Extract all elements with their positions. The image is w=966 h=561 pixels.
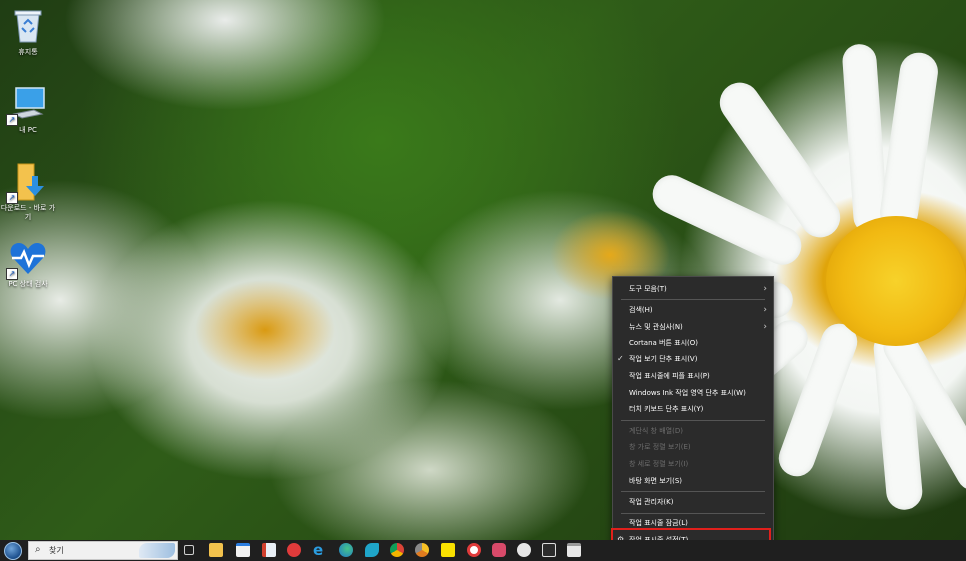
download-folder-icon: ↗ bbox=[6, 162, 48, 204]
menu-item-show-stacked: 창 가로 정렬 보기(E) bbox=[613, 439, 773, 455]
menu-separator bbox=[621, 513, 765, 514]
menu-item-label: 창 세로 정렬 보기(I) bbox=[629, 460, 689, 468]
menu-item-label: 작업 표시줄 잠금(L) bbox=[629, 519, 688, 527]
menu-item-task-view-button[interactable]: ✓ 작업 보기 단추 표시(V) bbox=[613, 351, 773, 367]
menu-item-touch-keyboard[interactable]: 터치 키보드 단추 표시(Y) bbox=[613, 401, 773, 417]
app-red-icon[interactable] bbox=[287, 543, 301, 557]
app-red-circle-icon[interactable] bbox=[467, 543, 481, 557]
ie-icon[interactable]: e bbox=[313, 543, 327, 558]
desktop-icon-label: 휴지통 bbox=[18, 48, 38, 56]
menu-item-label: Cortana 버튼 표시(O) bbox=[629, 339, 698, 347]
desktop-icon-label: 다운로드 - 바로 가기 bbox=[0, 204, 56, 221]
menu-item-label: 바탕 화면 보기(S) bbox=[629, 477, 682, 485]
menu-item-label: 계단식 창 배열(D) bbox=[629, 427, 683, 435]
desktop-icon-label: PC 상태 검사 bbox=[8, 280, 48, 288]
chevron-right-icon: › bbox=[763, 322, 767, 332]
recycle-bin-icon bbox=[8, 6, 48, 46]
daisy-center bbox=[826, 216, 966, 346]
search-highlight-art bbox=[139, 543, 175, 558]
daisy-petal bbox=[877, 50, 941, 234]
desktop-icon-this-pc[interactable]: ↗ 내 PC bbox=[0, 84, 56, 135]
desktop-icon-recycle-bin[interactable]: 휴지통 bbox=[0, 6, 56, 57]
taskbar-context-menu: 도구 모음(T) › 검색(H) › 뉴스 및 관심사(N) › Cortana… bbox=[612, 276, 774, 554]
menu-item-cortana-button[interactable]: Cortana 버튼 표시(O) bbox=[613, 335, 773, 351]
menu-item-show-desktop[interactable]: 바탕 화면 보기(S) bbox=[613, 473, 773, 489]
menu-item-people[interactable]: 작업 표시줄에 피플 표시(P) bbox=[613, 368, 773, 384]
desktop-wallpaper bbox=[0, 0, 966, 561]
menu-item-label: Windows Ink 작업 영역 단추 표시(W) bbox=[629, 389, 746, 397]
menu-item-label: 검색(H) bbox=[629, 306, 653, 314]
shortcut-arrow-icon: ↗ bbox=[6, 114, 18, 126]
shortcut-arrow-icon: ↗ bbox=[6, 192, 18, 204]
menu-item-windows-ink[interactable]: Windows Ink 작업 영역 단추 표시(W) bbox=[613, 385, 773, 401]
chevron-right-icon: › bbox=[763, 305, 767, 315]
chrome-canary-icon[interactable] bbox=[415, 543, 429, 557]
menu-item-label: 작업 관리자(K) bbox=[629, 498, 674, 506]
app-hand-icon[interactable] bbox=[517, 543, 531, 557]
menu-item-cascade-windows: 계단식 창 배열(D) bbox=[613, 423, 773, 439]
menu-item-label: 터치 키보드 단추 표시(Y) bbox=[629, 405, 704, 413]
menu-item-label: 작업 보기 단추 표시(V) bbox=[629, 355, 698, 363]
menu-item-toolbars[interactable]: 도구 모음(T) › bbox=[613, 281, 773, 297]
bird-app-icon[interactable] bbox=[365, 543, 379, 557]
chrome-icon[interactable] bbox=[390, 543, 404, 557]
menu-item-show-side-by-side: 창 세로 정렬 보기(I) bbox=[613, 456, 773, 472]
task-view-icon[interactable] bbox=[184, 545, 194, 555]
menu-item-label: 도구 모음(T) bbox=[629, 285, 667, 293]
taskbar[interactable]: ⌕ 찾기 e bbox=[0, 540, 966, 561]
chevron-right-icon: › bbox=[763, 284, 767, 294]
search-placeholder: 찾기 bbox=[49, 546, 64, 555]
shortcut-arrow-icon: ↗ bbox=[6, 268, 18, 280]
menu-item-label: 뉴스 및 관심사(N) bbox=[629, 323, 683, 331]
menu-item-news-interests[interactable]: 뉴스 및 관심사(N) › bbox=[613, 319, 773, 335]
desktop-icon-downloads-shortcut[interactable]: ↗ 다운로드 - 바로 가기 bbox=[0, 162, 56, 222]
network-app-icon[interactable] bbox=[492, 543, 506, 557]
menu-separator bbox=[621, 491, 765, 492]
photos-icon[interactable] bbox=[262, 543, 276, 557]
menu-item-search[interactable]: 검색(H) › bbox=[613, 302, 773, 318]
file-explorer-icon[interactable] bbox=[209, 543, 223, 557]
store-icon[interactable] bbox=[236, 543, 250, 557]
checkmark-icon: ✓ bbox=[617, 354, 624, 363]
kakaotalk-icon[interactable] bbox=[441, 543, 455, 557]
menu-separator bbox=[621, 420, 765, 421]
search-icon: ⌕ bbox=[35, 544, 41, 555]
menu-separator bbox=[621, 299, 765, 300]
menu-item-label: 작업 표시줄에 피플 표시(P) bbox=[629, 372, 710, 380]
desktop-icon-label: 내 PC bbox=[19, 126, 37, 134]
search-box[interactable]: ⌕ 찾기 bbox=[28, 541, 178, 560]
app-window-icon[interactable] bbox=[542, 543, 556, 557]
menu-item-label: 창 가로 정렬 보기(E) bbox=[629, 443, 691, 451]
app-window-icon[interactable] bbox=[567, 543, 581, 557]
menu-item-task-manager[interactable]: 작업 관리자(K) bbox=[613, 494, 773, 510]
computer-icon: ↗ bbox=[6, 84, 48, 126]
edge-icon[interactable] bbox=[339, 543, 353, 557]
start-button[interactable] bbox=[4, 542, 22, 560]
desktop-icon-pc-health-check[interactable]: ↗ PC 상태 검사 bbox=[0, 238, 56, 289]
pc-health-icon: ↗ bbox=[6, 238, 48, 280]
